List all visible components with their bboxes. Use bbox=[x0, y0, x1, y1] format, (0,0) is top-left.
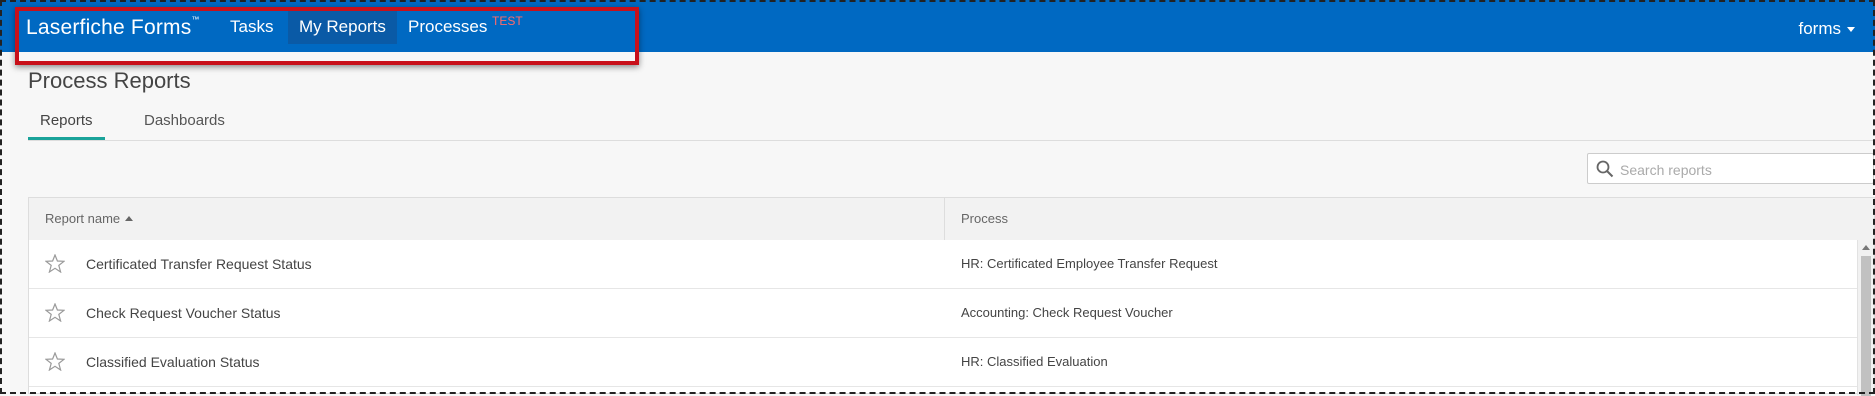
report-name[interactable]: Certificated Transfer Request Status bbox=[86, 240, 312, 288]
column-header-process[interactable]: Process bbox=[961, 198, 1008, 240]
report-tabs: Reports Dashboards bbox=[28, 112, 1875, 141]
user-menu[interactable]: forms bbox=[1798, 19, 1855, 39]
reports-table: Report name Process Certificated Transfe… bbox=[28, 197, 1875, 396]
page-title: Process Reports bbox=[28, 68, 191, 93]
star-outline-icon[interactable] bbox=[44, 351, 66, 376]
star-outline-icon[interactable] bbox=[44, 302, 66, 327]
search-box bbox=[1587, 153, 1874, 184]
annotation-highlight-box bbox=[15, 7, 639, 65]
table-row[interactable]: Certificated Transfer Request Status HR:… bbox=[29, 240, 1858, 289]
report-process: HR: Classified Evaluation bbox=[961, 354, 1108, 369]
search-input[interactable] bbox=[1618, 159, 1862, 181]
search-icon bbox=[1596, 160, 1614, 183]
sort-ascending-icon bbox=[125, 216, 134, 222]
column-header-label: Report name bbox=[45, 211, 121, 226]
report-process: HR: Certificated Employee Transfer Reque… bbox=[961, 256, 1218, 271]
report-name[interactable]: Check Request Voucher Status bbox=[86, 289, 281, 337]
caret-down-icon bbox=[1847, 27, 1855, 33]
scrollbar-thumb[interactable] bbox=[1861, 256, 1871, 396]
star-outline-icon[interactable] bbox=[44, 253, 66, 278]
tab-dashboards[interactable]: Dashboards bbox=[132, 112, 237, 139]
report-process: Accounting: Check Request Voucher bbox=[961, 305, 1173, 320]
scroll-up-arrow-icon[interactable] bbox=[1862, 245, 1870, 250]
user-name: forms bbox=[1798, 19, 1842, 38]
table-header: Report name Process bbox=[29, 198, 1874, 241]
table-row[interactable]: Check Request Voucher Status Accounting:… bbox=[29, 289, 1858, 338]
column-header-report-name[interactable]: Report name bbox=[45, 198, 134, 240]
table-row[interactable]: Classified Evaluation Status HR: Classif… bbox=[29, 338, 1858, 387]
vertical-scrollbar[interactable] bbox=[1857, 240, 1874, 396]
report-name[interactable]: Classified Evaluation Status bbox=[86, 338, 260, 386]
tab-reports[interactable]: Reports bbox=[28, 112, 105, 140]
column-divider[interactable] bbox=[944, 198, 945, 240]
